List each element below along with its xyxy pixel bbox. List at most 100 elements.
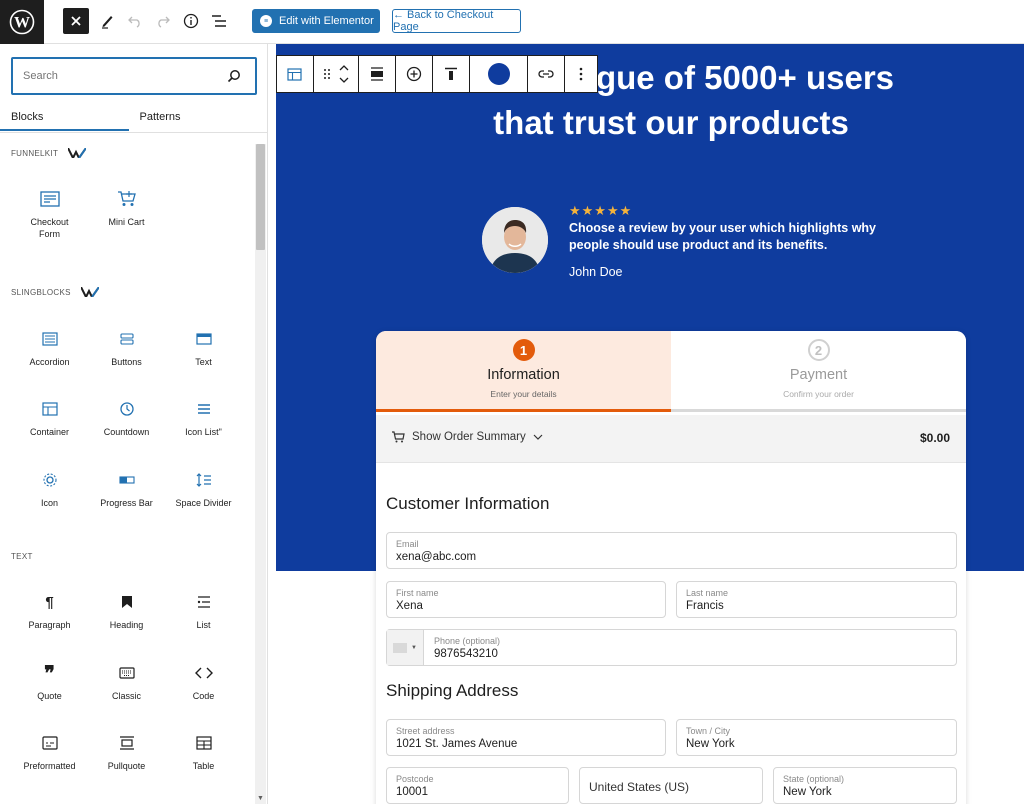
field-label: Last name — [686, 588, 729, 598]
sidebar-scrollbar[interactable]: ▼ — [255, 144, 266, 804]
list-view-button[interactable] — [206, 8, 232, 34]
block-label: Text — [195, 357, 212, 367]
block-label: Mini Cart — [108, 217, 145, 227]
postcode-field[interactable]: Postcode 10001 — [386, 767, 569, 804]
reviewer-avatar — [482, 207, 548, 273]
field-value: xena@abc.com — [396, 551, 477, 563]
block-pullquote[interactable]: Pullquote — [88, 732, 165, 772]
street-address-field[interactable]: Street address 1021 St. James Avenue — [386, 719, 666, 756]
block-space-divider[interactable]: Space Divider — [165, 469, 242, 509]
block-type-button[interactable] — [277, 56, 314, 92]
tab-patterns[interactable]: Patterns — [129, 100, 191, 133]
block-classic[interactable]: Classic — [88, 662, 165, 702]
block-accordion[interactable]: Accordion — [11, 328, 88, 368]
block-checkout-form[interactable]: Checkout Form — [11, 188, 88, 240]
block-list[interactable]: List — [165, 591, 242, 631]
close-button[interactable] — [63, 8, 89, 34]
customer-information-heading: Customer Information — [386, 494, 550, 513]
country-select[interactable]: United States (US) — [579, 767, 763, 804]
field-value: Francis — [686, 600, 724, 612]
block-table[interactable]: Table — [165, 732, 242, 772]
search-icon — [227, 70, 240, 83]
options-button[interactable] — [565, 56, 597, 92]
phone-field[interactable]: ▼ Phone (optional) 9876543210 — [386, 629, 957, 666]
block-icon[interactable]: Icon — [11, 469, 88, 509]
step-payment[interactable]: 2 Payment Confirm your order — [671, 331, 966, 412]
field-label: Phone (optional) — [434, 636, 501, 646]
step-information[interactable]: 1 Information Enter your details — [376, 331, 671, 412]
block-search[interactable] — [11, 57, 257, 95]
city-field[interactable]: Town / City New York — [676, 719, 957, 756]
link-button[interactable] — [528, 56, 566, 92]
scrollbar-thumb[interactable] — [256, 144, 265, 250]
block-label: Checkout Form — [30, 217, 69, 239]
preformatted-icon — [41, 736, 58, 750]
scroll-down-arrow-icon[interactable]: ▼ — [257, 795, 264, 802]
field-label: State (optional) — [783, 774, 845, 784]
block-text[interactable]: Text — [165, 328, 242, 368]
email-field[interactable]: Email xena@abc.com — [386, 532, 957, 569]
tools-button[interactable] — [94, 8, 120, 34]
drag-handle-icon[interactable] — [323, 68, 331, 80]
link-icon — [538, 70, 554, 78]
slingblocks-logo-icon — [80, 287, 99, 297]
redo-button[interactable] — [150, 8, 176, 34]
vertical-align-button[interactable] — [433, 56, 470, 92]
block-preformatted[interactable]: Preformatted — [11, 732, 88, 772]
block-icon-list[interactable]: Icon List" — [165, 398, 242, 438]
code-icon — [194, 667, 213, 679]
state-field[interactable]: State (optional) New York — [773, 767, 957, 804]
block-progress-bar[interactable]: Progress Bar — [88, 469, 165, 509]
block-container[interactable]: Container — [11, 398, 88, 438]
country-code-select[interactable]: ▼ — [387, 630, 424, 665]
block-mini-cart[interactable]: Mini Cart — [88, 188, 165, 228]
block-countdown[interactable]: Countdown — [88, 398, 165, 438]
field-label: Town / City — [686, 726, 731, 736]
align-full-icon — [371, 67, 384, 81]
avatar-photo-icon — [482, 207, 548, 273]
list-view-icon — [212, 15, 226, 27]
block-code[interactable]: Code — [165, 662, 242, 702]
order-summary-toggle[interactable]: Show Order Summary $0.00 — [376, 415, 966, 463]
block-label: Icon — [40, 498, 58, 508]
block-toolbar — [276, 55, 598, 93]
block-heading[interactable]: Heading — [88, 591, 165, 631]
cart-icon — [392, 431, 405, 443]
block-label: Space Divider — [175, 498, 232, 508]
step-subtitle: Enter your details — [490, 389, 557, 399]
first-name-field[interactable]: First name Xena — [386, 581, 666, 618]
block-label: Paragraph — [28, 620, 71, 630]
wordpress-logo[interactable]: W — [0, 0, 44, 44]
align-button[interactable] — [359, 56, 397, 92]
last-name-field[interactable]: Last name Francis — [676, 581, 957, 618]
flag-icon — [393, 642, 408, 653]
block-paragraph[interactable]: ¶ Paragraph — [11, 591, 88, 631]
background-color-button[interactable] — [470, 56, 529, 92]
search-input[interactable] — [23, 70, 213, 82]
step-title: Payment — [789, 367, 848, 383]
field-value: New York — [783, 786, 832, 798]
accordion-icon — [41, 332, 58, 346]
container-icon — [41, 402, 58, 416]
hero-title-line2: that trust our products — [493, 104, 849, 141]
details-button[interactable] — [178, 8, 204, 34]
move-controls — [314, 56, 360, 92]
countdown-icon — [119, 402, 134, 416]
back-to-checkout-button[interactable]: ← Back to Checkout Page — [392, 9, 521, 33]
block-label: Accordion — [29, 357, 70, 367]
edit-with-elementor-button[interactable]: ≡ Edit with Elementor — [252, 9, 380, 33]
icon-block-icon — [42, 473, 57, 487]
block-quote[interactable]: ❞ Quote — [11, 662, 88, 702]
block-label: Countdown — [103, 427, 150, 437]
table-icon — [195, 736, 212, 750]
undo-icon — [128, 16, 140, 28]
elementor-icon: ≡ — [260, 15, 272, 27]
undo-button[interactable] — [122, 8, 148, 34]
category-label: SLINGBLOCKS — [11, 287, 71, 297]
insert-button[interactable] — [396, 56, 434, 92]
move-up-down-icon[interactable] — [339, 63, 349, 85]
block-buttons[interactable]: Buttons — [88, 328, 165, 368]
block-label: Table — [192, 761, 215, 771]
field-value: New York — [686, 738, 735, 750]
category-slingblocks: SLINGBLOCKS — [11, 287, 99, 297]
